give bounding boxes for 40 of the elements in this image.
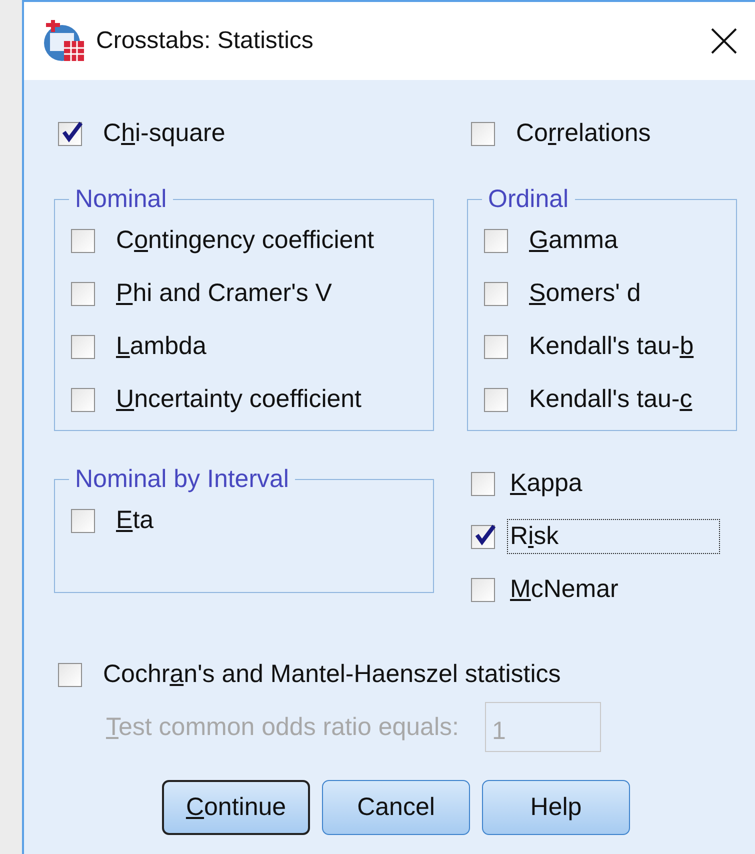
checkbox[interactable]: [71, 508, 95, 532]
checkbox[interactable]: [71, 334, 95, 358]
option-label[interactable]: Lambda: [113, 329, 210, 364]
option-label[interactable]: Phi and Cramer's V: [113, 276, 335, 311]
option-label[interactable]: Contingency coefficient: [113, 223, 378, 258]
field-label: Test common odds ratio equals:: [106, 712, 459, 742]
group-title: Ordinal: [487, 185, 570, 214]
option-label[interactable]: Somers' d: [526, 276, 644, 311]
option-label[interactable]: Eta: [113, 503, 157, 538]
window-title: Crosstabs: Statistics: [96, 27, 314, 55]
dialog-button[interactable]: Cancel: [322, 780, 470, 835]
checkbox[interactable]: [71, 388, 95, 412]
option-label[interactable]: Risk: [507, 519, 720, 554]
option-label[interactable]: Gamma: [526, 223, 621, 258]
checkbox[interactable]: [58, 662, 82, 686]
option-label[interactable]: McNemar: [507, 572, 755, 607]
checkbox[interactable]: [58, 122, 82, 146]
checkbox[interactable]: [71, 282, 95, 306]
checkbox[interactable]: [484, 388, 508, 412]
group-title: Nominal by Interval: [74, 465, 290, 494]
checkbox[interactable]: [484, 282, 508, 306]
close-icon[interactable]: [711, 28, 737, 54]
checkbox[interactable]: [484, 334, 508, 358]
option-label[interactable]: Chi-square: [100, 116, 228, 151]
dialog-button[interactable]: Help: [482, 780, 630, 835]
crosstab-table-icon: [42, 19, 86, 63]
option-label[interactable]: Correlations: [513, 116, 654, 151]
checkbox[interactable]: [471, 524, 495, 548]
checkbox[interactable]: [71, 228, 95, 252]
dialog-button[interactable]: Continue: [162, 780, 310, 835]
checkbox[interactable]: [471, 122, 495, 146]
option-label[interactable]: Uncertainty coefficient: [113, 382, 365, 417]
group-title: Nominal: [74, 185, 168, 214]
option-label[interactable]: Kappa: [507, 466, 744, 501]
option-label[interactable]: Kendall's tau-b: [526, 329, 697, 364]
option-label[interactable]: Kendall's tau-c: [526, 382, 696, 417]
option-label[interactable]: Cochran's and Mantel-Haenszel statistics: [100, 657, 564, 692]
checkbox[interactable]: [471, 578, 495, 602]
checkbox[interactable]: [471, 472, 495, 496]
checkbox[interactable]: [484, 228, 508, 252]
